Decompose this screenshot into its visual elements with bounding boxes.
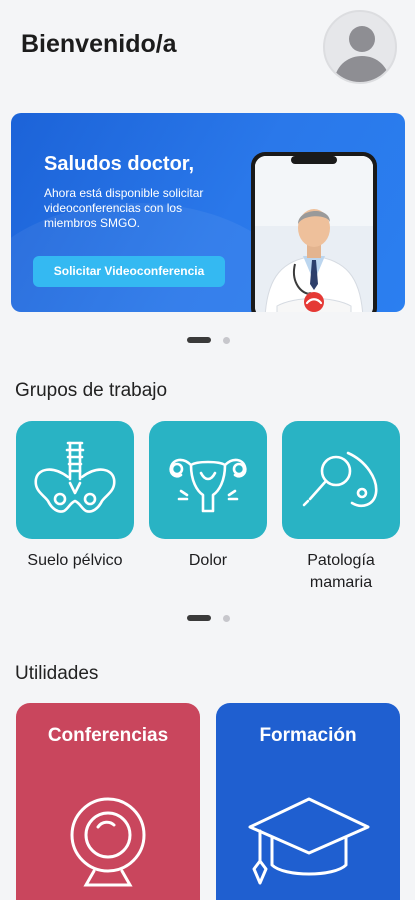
phone-illustration xyxy=(251,152,377,312)
pelvis-icon[interactable] xyxy=(16,421,134,539)
header: Bienvenido/a xyxy=(0,0,415,95)
carousel-dot[interactable] xyxy=(223,337,230,344)
webcam-icon xyxy=(70,797,146,887)
carousel-dot-active[interactable] xyxy=(187,337,211,343)
carousel-dot[interactable] xyxy=(223,615,230,622)
graduation-cap-icon xyxy=(248,797,370,885)
doctor-video-image xyxy=(255,156,373,312)
banner-title: Saludos doctor, xyxy=(44,153,195,175)
conferences-label: Conferencias xyxy=(47,725,169,746)
group-label: Dolor xyxy=(188,552,228,569)
breast-magnifier-icon[interactable] xyxy=(282,421,400,539)
uterus-icon[interactable] xyxy=(149,421,267,539)
conferences-card[interactable]: Conferencias xyxy=(16,703,200,900)
carousel-dot-active[interactable] xyxy=(187,615,211,621)
videoconference-banner[interactable]: Saludos doctor, Ahora está disponible so… xyxy=(11,113,405,312)
banner-text: Ahora está disponible solicitar videocon… xyxy=(44,186,204,230)
group-label: Suelo pélvico xyxy=(27,552,123,569)
training-label: Formación xyxy=(259,725,357,746)
welcome-title: Bienvenido/a xyxy=(21,30,177,58)
group-card-patologia-mamaria[interactable]: Patología mamaria xyxy=(282,421,400,594)
request-videoconference-button[interactable]: Solicitar Videoconferencia xyxy=(33,256,225,287)
group-card-suelo-pelvico[interactable]: Suelo pélvico xyxy=(16,421,134,572)
utilities-section-title: Utilidades xyxy=(15,663,99,684)
group-label: Patología mamaria xyxy=(307,552,375,591)
training-card[interactable]: Formación xyxy=(216,703,400,900)
group-card-dolor[interactable]: Dolor xyxy=(149,421,267,572)
groups-section-title: Grupos de trabajo xyxy=(15,380,168,401)
user-avatar-icon[interactable] xyxy=(323,10,397,84)
